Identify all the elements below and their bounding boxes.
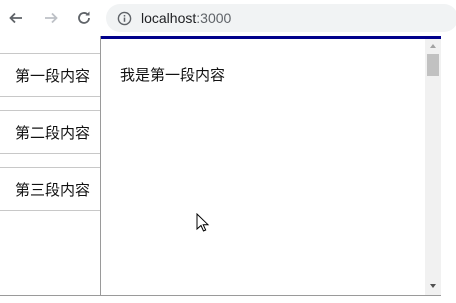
url-port: :3000 bbox=[196, 10, 232, 26]
nav-item-3[interactable]: 第三段内容 bbox=[0, 167, 100, 211]
address-bar[interactable]: localhost:3000 bbox=[106, 4, 456, 32]
scroll-up-arrow[interactable] bbox=[425, 39, 441, 53]
reload-icon bbox=[78, 11, 90, 24]
back-button[interactable] bbox=[5, 7, 27, 29]
scroll-down-arrow[interactable] bbox=[425, 279, 441, 293]
scroll-thumb[interactable] bbox=[427, 54, 439, 76]
nav-item-1[interactable]: 第一段内容 bbox=[0, 53, 100, 97]
content-text: 我是第一段内容 bbox=[120, 66, 226, 84]
bottom-border bbox=[0, 295, 441, 296]
reload-button[interactable] bbox=[73, 7, 95, 29]
mouse-cursor-icon bbox=[196, 213, 210, 232]
url-text[interactable]: localhost:3000 bbox=[141, 8, 231, 28]
scrollbar[interactable] bbox=[425, 36, 441, 295]
triangle-down-icon bbox=[430, 284, 436, 288]
nav-panel: 第一段内容 第二段内容 第三段内容 bbox=[0, 36, 101, 295]
nav-item-label: 第三段内容 bbox=[14, 180, 90, 199]
nav-item-2[interactable]: 第二段内容 bbox=[0, 110, 100, 154]
content-frame: 我是第一段内容 bbox=[101, 36, 426, 295]
nav-item-label: 第一段内容 bbox=[14, 66, 90, 85]
browser-toolbar: localhost:3000 bbox=[0, 0, 456, 36]
nav-item-label: 第二段内容 bbox=[14, 123, 90, 142]
triangle-up-icon bbox=[430, 44, 436, 48]
back-arrow-icon bbox=[9, 12, 22, 24]
forward-arrow-icon bbox=[45, 12, 58, 24]
info-icon[interactable] bbox=[116, 10, 132, 26]
url-host: localhost bbox=[141, 10, 197, 26]
forward-button[interactable] bbox=[40, 7, 62, 29]
